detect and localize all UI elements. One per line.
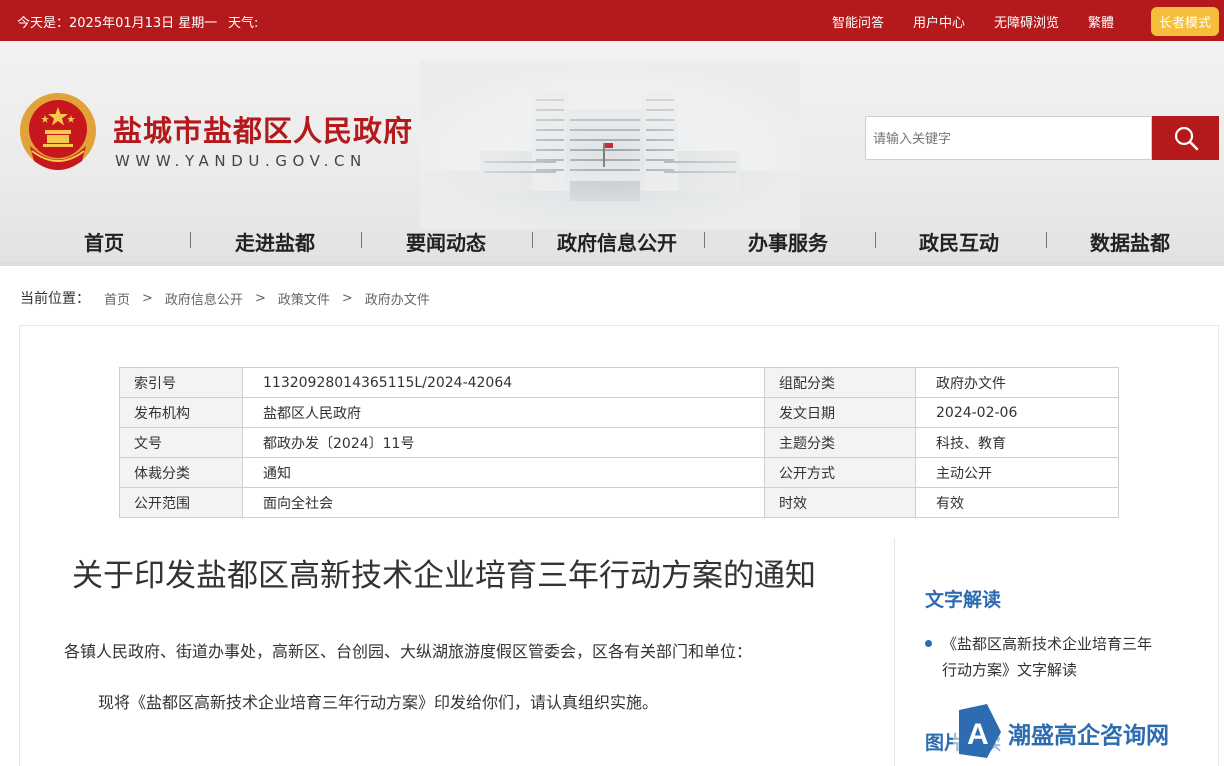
meta-key: 主题分类 (764, 427, 916, 458)
nav-interaction[interactable]: 政民互动 (919, 227, 999, 256)
meta-value: 盐都区人民政府 (242, 397, 765, 428)
meta-key: 发文日期 (764, 397, 916, 428)
breadcrumb-separator: > (142, 290, 153, 306)
bullet-icon (925, 640, 932, 647)
breadcrumb-separator: > (254, 290, 266, 306)
traditional-chinese-link[interactable]: 繁體 (1088, 12, 1114, 31)
nav-bottom-border (0, 262, 1224, 266)
nav-gov-info[interactable]: 政府信息公开 (557, 227, 677, 256)
smart-qa-link[interactable]: 智能问答 (832, 12, 884, 31)
article-title: 关于印发盐都区高新技术企业培育三年行动方案的通知 (72, 558, 816, 594)
elder-mode-button[interactable]: 长者模式 (1151, 7, 1219, 36)
site-title: 盐城市盐都区人民政府 (113, 114, 414, 148)
search-input[interactable] (866, 117, 1151, 159)
top-links: 智能问答 用户中心 无障碍浏览 繁體 (832, 12, 1114, 31)
meta-value: 政府办文件 (915, 367, 1119, 398)
meta-value: 面向全社会 (242, 487, 765, 518)
svg-text:A: A (967, 718, 989, 751)
site-url: WWW.YANDU.GOV.CN (115, 152, 367, 170)
top-bar: 今天是：2025年01月13日 星期一 天气: 智能问答 用户中心 无障碍浏览 … (0, 0, 1224, 41)
nav-services[interactable]: 办事服务 (748, 227, 828, 256)
meta-key: 发布机构 (119, 397, 243, 428)
meta-value: 通知 (242, 457, 765, 488)
breadcrumb-separator: > (341, 290, 353, 306)
nav-about-yandu[interactable]: 走进盐都 (235, 227, 315, 256)
nav-divider (361, 232, 362, 248)
table-row: 体裁分类 通知 公开方式 主动公开 (119, 457, 1119, 488)
meta-key: 索引号 (119, 367, 243, 398)
meta-value: 11320928014365115L/2024-42064 (242, 367, 765, 398)
nav-divider (875, 232, 876, 248)
nav-home[interactable]: 首页 (84, 227, 124, 256)
watermark-text: 潮盛高企咨询网 (1008, 722, 1169, 749)
meta-value: 主动公开 (915, 457, 1119, 488)
search-button[interactable] (1152, 116, 1219, 160)
government-building-image (420, 61, 800, 229)
user-center-link[interactable]: 用户中心 (913, 12, 965, 31)
breadcrumb: 当前位置： 首页 > 政府信息公开 > 政策文件 > 政府办文件 (20, 288, 430, 308)
column-divider (894, 538, 895, 766)
meta-key: 组配分类 (764, 367, 916, 398)
nav-news[interactable]: 要闻动态 (406, 227, 486, 256)
table-row: 公开范围 面向全社会 时效 有效 (119, 487, 1119, 518)
meta-key: 体裁分类 (119, 457, 243, 488)
nav-data[interactable]: 数据盐都 (1090, 227, 1170, 256)
meta-value: 都政办发〔2024〕11号 (242, 427, 765, 458)
national-emblem-icon (20, 93, 96, 170)
breadcrumb-home[interactable]: 首页 (104, 289, 130, 308)
meta-value: 有效 (915, 487, 1119, 518)
meta-key: 公开方式 (764, 457, 916, 488)
meta-key: 公开范围 (119, 487, 243, 518)
breadcrumb-label: 当前位置： (20, 291, 90, 307)
nav-divider (1046, 232, 1047, 248)
interpretation-link[interactable]: 《盐都区高新技术企业培育三年行动方案》文字解读 (942, 631, 1152, 683)
weather-label: 天气: (228, 16, 259, 31)
breadcrumb-policy-docs[interactable]: 政策文件 (278, 289, 330, 308)
search-box (865, 116, 1152, 160)
meta-value: 2024-02-06 (915, 397, 1119, 428)
nav-divider (190, 232, 191, 248)
text-interpretation-heading: 文字解读 (925, 589, 1002, 611)
current-date: 今天是：2025年01月13日 星期一 (17, 16, 218, 31)
table-row: 发布机构 盐都区人民政府 发文日期 2024-02-06 (119, 397, 1119, 428)
breadcrumb-gov-info[interactable]: 政府信息公开 (165, 289, 243, 308)
breadcrumb-office-docs[interactable]: 政府办文件 (365, 289, 430, 308)
meta-key: 文号 (119, 427, 243, 458)
accessibility-link[interactable]: 无障碍浏览 (994, 12, 1059, 31)
table-row: 索引号 11320928014365115L/2024-42064 组配分类 政… (119, 367, 1119, 398)
table-row: 文号 都政办发〔2024〕11号 主题分类 科技、教育 (119, 427, 1119, 458)
nav-divider (532, 232, 533, 248)
meta-value: 科技、教育 (915, 427, 1119, 458)
nav-divider (704, 232, 705, 248)
article-body: 现将《盐都区高新技术企业培育三年行动方案》印发给你们，请认真组织实施。 (98, 693, 659, 712)
search-icon (1174, 126, 1198, 151)
main-nav: 首页 走进盐都 要闻动态 政府信息公开 办事服务 政民互动 数据盐都 (0, 222, 1224, 262)
meta-key: 时效 (764, 487, 916, 518)
document-meta-table: 索引号 11320928014365115L/2024-42064 组配分类 政… (119, 367, 1119, 518)
article-salutation: 各镇人民政府、街道办事处，高新区、台创园、大纵湖旅游度假区管委会，区各有关部门和… (64, 642, 753, 661)
